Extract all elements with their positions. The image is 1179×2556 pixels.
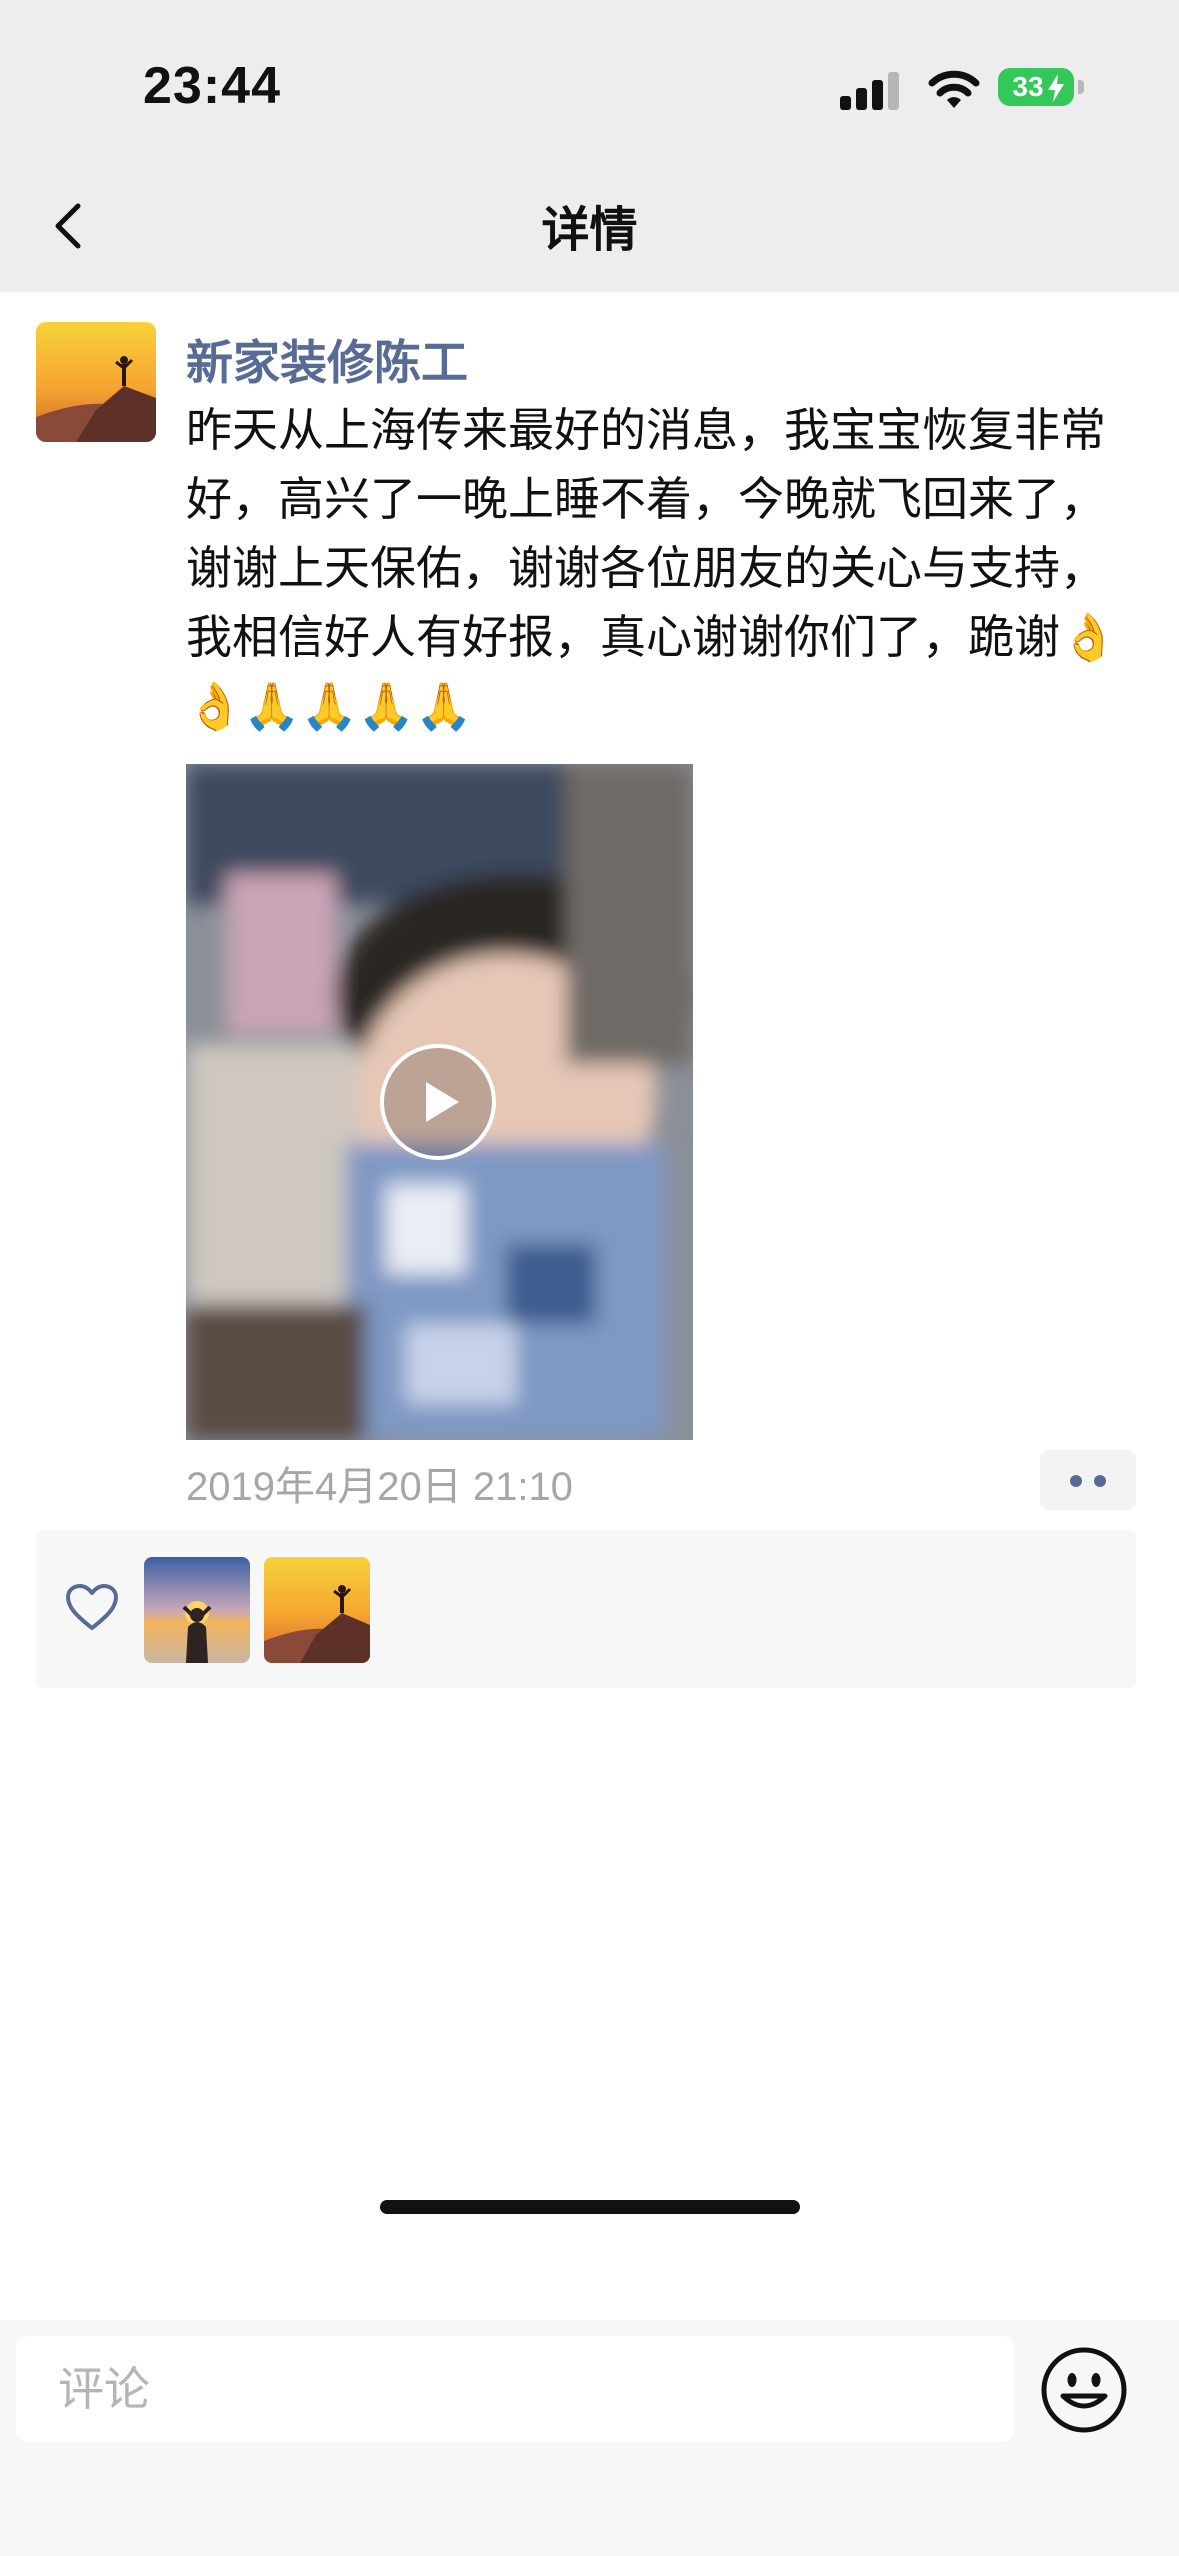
- liker-avatar[interactable]: [144, 1557, 250, 1663]
- avatar-image: [36, 322, 156, 442]
- status-time: 23:44: [143, 57, 281, 115]
- liker-avatar[interactable]: [264, 1557, 370, 1663]
- top-bar: 23:44 33 详情: [0, 0, 1179, 292]
- page-title: 详情: [541, 202, 638, 258]
- author-name[interactable]: 新家装修陈工: [186, 324, 468, 393]
- more-dots-icon: [1070, 1475, 1082, 1487]
- author-avatar[interactable]: [36, 322, 156, 442]
- liker-avatar-image: [264, 1557, 370, 1663]
- smiley-icon: [1041, 2347, 1127, 2433]
- cellular-signal-icon: [840, 70, 902, 110]
- play-icon: [380, 1044, 496, 1160]
- battery-icon: 33: [998, 68, 1074, 106]
- comment-bar: 评论: [0, 2320, 1179, 2556]
- wifi-icon: [928, 70, 980, 108]
- play-button[interactable]: [379, 1043, 497, 1161]
- home-indicator: [380, 2200, 800, 2214]
- emoji-button[interactable]: [1036, 2342, 1132, 2442]
- post-timestamp: 2019年4月20日 21:10: [186, 1465, 573, 1509]
- liker-avatar-image: [144, 1557, 250, 1663]
- video-thumbnail[interactable]: [186, 764, 693, 1440]
- likes-panel: [36, 1530, 1136, 1688]
- more-actions-button[interactable]: [1040, 1450, 1136, 1510]
- heart-icon: [66, 1584, 118, 1630]
- charging-bolt-icon: [1048, 74, 1064, 102]
- comment-input[interactable]: 评论: [16, 2336, 1014, 2442]
- battery-cap: [1078, 80, 1084, 94]
- post-text: 昨天从上海传来最好的消息，我宝宝恢复非常好，高兴了一晚上睡不着，今晚就飞回来了，…: [186, 403, 1118, 733]
